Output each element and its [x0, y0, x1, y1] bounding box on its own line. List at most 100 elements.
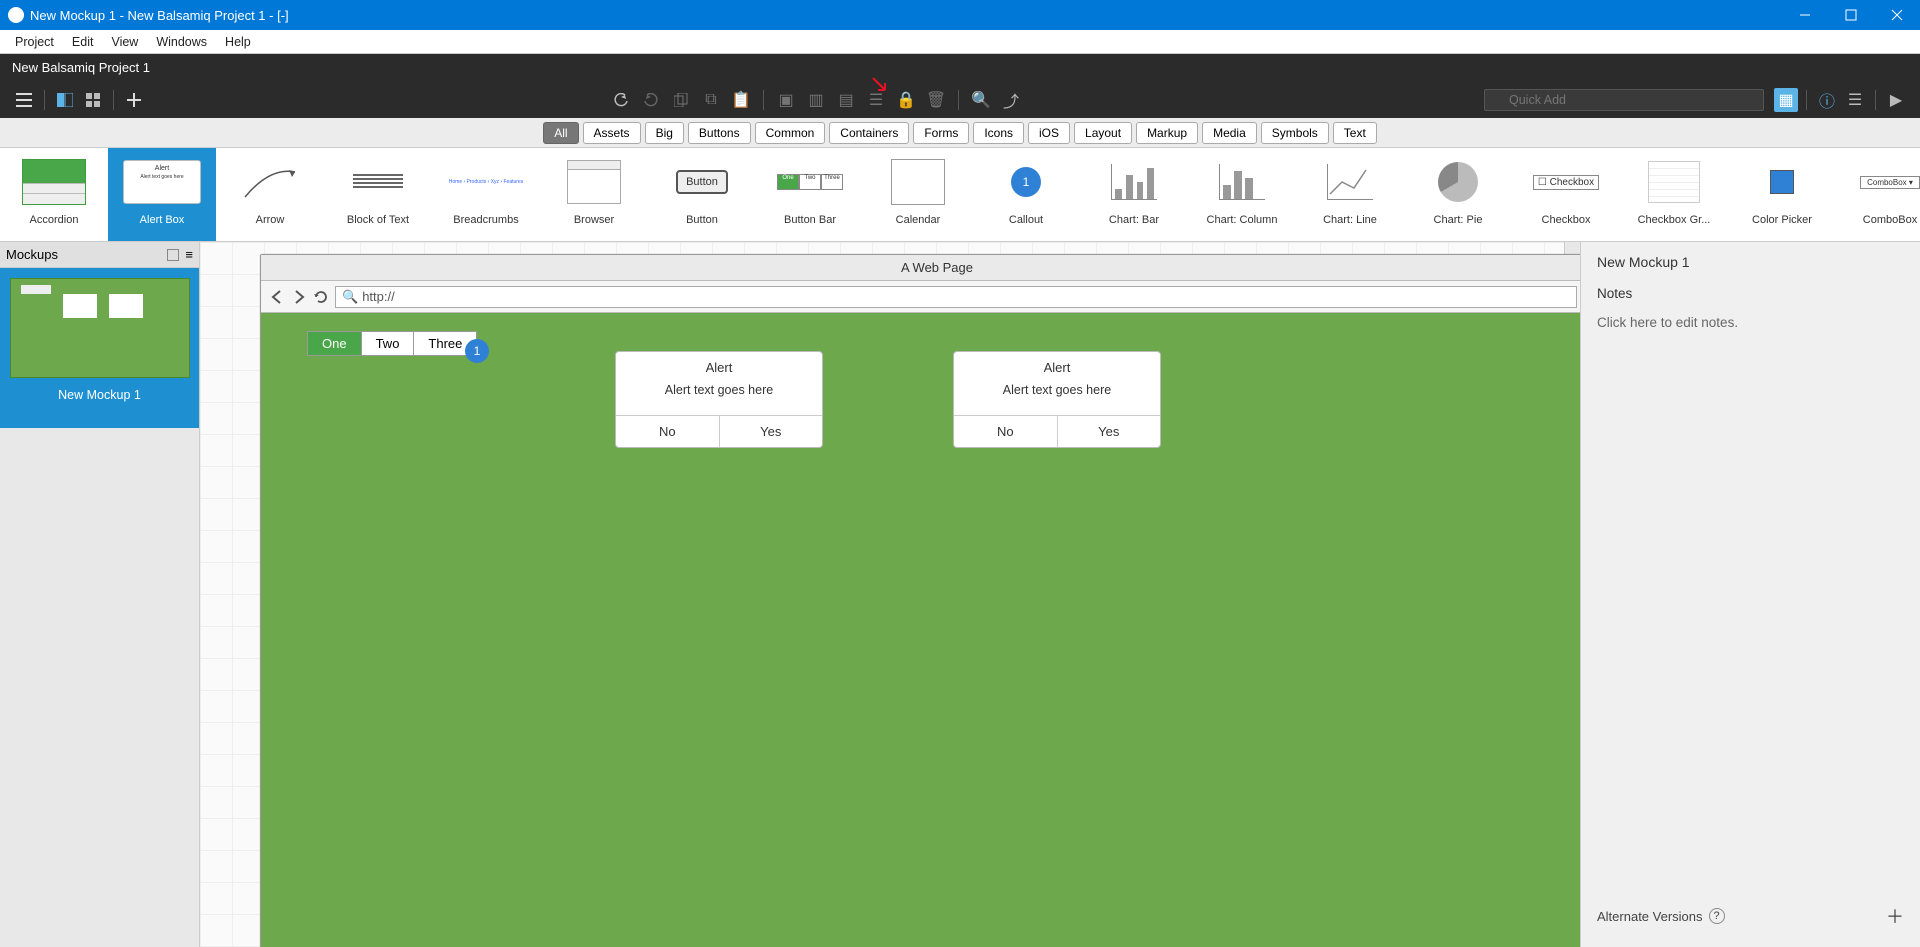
ui-library-item[interactable]: 1Callout: [972, 148, 1080, 241]
ui-library-thumb: AlertAlert text goes here: [108, 154, 216, 210]
paste-icon[interactable]: 📋: [729, 88, 753, 112]
mock-alert-no[interactable]: No: [954, 416, 1058, 447]
category-assets[interactable]: Assets: [583, 122, 641, 144]
redo-icon[interactable]: [639, 88, 663, 112]
ungroup-icon[interactable]: ▥: [804, 88, 828, 112]
notes-label: Notes: [1597, 286, 1904, 301]
delete-icon[interactable]: 🗑: [924, 88, 948, 112]
ui-library-item[interactable]: Browser: [540, 148, 648, 241]
hamburger-icon[interactable]: [12, 88, 36, 112]
ui-library-label: Chart: Bar: [1080, 214, 1188, 226]
mockup-thumbnail-selected[interactable]: New Mockup 1: [0, 268, 199, 428]
menu-project[interactable]: Project: [6, 30, 63, 54]
ui-library-thumb: Home › Products › Xyz › Features: [432, 154, 540, 210]
mock-buttonbar[interactable]: One Two Three: [307, 331, 477, 356]
category-markup[interactable]: Markup: [1136, 122, 1198, 144]
category-big[interactable]: Big: [645, 122, 684, 144]
ui-library-item[interactable]: Accordion: [0, 148, 108, 241]
ui-library-item[interactable]: Chart: Pie: [1404, 148, 1512, 241]
ui-library-thumb: ☐ Checkbox: [1512, 154, 1620, 210]
mock-browser-body: One Two Three 1 Alert Alert text goes he…: [261, 313, 1580, 947]
ui-library-item[interactable]: AlertAlert text goes hereAlert Box: [108, 148, 216, 241]
view-thumbnails-icon[interactable]: [53, 88, 77, 112]
add-mockup-icon[interactable]: [122, 88, 146, 112]
ui-library-label: Browser: [540, 214, 648, 226]
properties-panel: New Mockup 1 Notes Click here to edit no…: [1580, 242, 1920, 947]
ui-library-item[interactable]: Arrow: [216, 148, 324, 241]
canvas-area[interactable]: A Web Page 🔍 http:// One Two Three 1: [200, 242, 1580, 947]
ui-library-item[interactable]: Chart: Column: [1188, 148, 1296, 241]
ui-library-label: Arrow: [216, 214, 324, 226]
ui-library-item[interactable]: ButtonButton: [648, 148, 756, 241]
mock-forward-icon[interactable]: [291, 290, 307, 304]
quick-add-input[interactable]: [1484, 89, 1764, 111]
mock-btnbar-one[interactable]: One: [308, 332, 362, 355]
mock-alertbox-1[interactable]: Alert Alert text goes here No Yes: [615, 351, 823, 448]
panel-view-icon[interactable]: [167, 249, 179, 261]
mock-browser-window[interactable]: A Web Page 🔍 http:// One Two Three 1: [260, 254, 1580, 947]
category-layout[interactable]: Layout: [1074, 122, 1132, 144]
ui-library-item[interactable]: ☐ CheckboxCheckbox: [1512, 148, 1620, 241]
ui-library-item[interactable]: ComboBox ▾ComboBox: [1836, 148, 1920, 241]
ui-library-item[interactable]: Calendar: [864, 148, 972, 241]
category-buttons[interactable]: Buttons: [688, 122, 751, 144]
duplicate-icon[interactable]: [669, 88, 693, 112]
mock-btnbar-two[interactable]: Two: [362, 332, 415, 355]
undo-icon[interactable]: [609, 88, 633, 112]
add-version-icon[interactable]: ＋: [1886, 903, 1904, 929]
category-symbols[interactable]: Symbols: [1261, 122, 1329, 144]
copy-icon[interactable]: ⧉: [699, 88, 723, 112]
properties-panel-icon[interactable]: ☰: [1843, 88, 1867, 112]
ui-library-item[interactable]: Color Picker: [1728, 148, 1836, 241]
mock-alert-yes[interactable]: Yes: [720, 416, 823, 447]
menu-windows[interactable]: Windows: [147, 30, 216, 54]
info-icon[interactable]: ⓘ: [1815, 88, 1839, 112]
send-back-icon[interactable]: ☰: [864, 88, 888, 112]
mock-back-icon[interactable]: [269, 290, 285, 304]
category-media[interactable]: Media: [1202, 122, 1257, 144]
mock-alert-no[interactable]: No: [616, 416, 720, 447]
category-all[interactable]: All: [543, 122, 578, 144]
ui-library-item[interactable]: Home › Products › Xyz › FeaturesBreadcru…: [432, 148, 540, 241]
view-grid-icon[interactable]: [81, 88, 105, 112]
project-tab[interactable]: New Balsamiq Project 1: [0, 54, 162, 82]
mock-alertbox-2[interactable]: Alert Alert text goes here No Yes: [953, 351, 1161, 448]
present-icon[interactable]: ▶: [1884, 88, 1908, 112]
ui-library-thumb: [864, 154, 972, 210]
mock-url-field[interactable]: 🔍 http://: [335, 286, 1577, 308]
window-minimize-button[interactable]: [1782, 0, 1828, 30]
menu-edit[interactable]: Edit: [63, 30, 103, 54]
notes-editor[interactable]: Click here to edit notes.: [1597, 315, 1904, 330]
ui-library-item[interactable]: Chart: Line: [1296, 148, 1404, 241]
toggle-ui-library-icon[interactable]: ▦: [1774, 88, 1798, 112]
ui-library-label: Color Picker: [1728, 214, 1836, 226]
mock-alert-yes[interactable]: Yes: [1058, 416, 1161, 447]
ui-library-thumb: [1728, 154, 1836, 210]
ui-library-thumb: 1: [972, 154, 1080, 210]
category-ios[interactable]: iOS: [1028, 122, 1070, 144]
mock-callout[interactable]: 1: [465, 339, 489, 363]
export-icon[interactable]: ⤴: [999, 88, 1023, 112]
mock-reload-icon[interactable]: [313, 290, 329, 304]
ui-library-item[interactable]: Block of Text: [324, 148, 432, 241]
category-forms[interactable]: Forms: [913, 122, 969, 144]
zoom-icon[interactable]: 🔍: [969, 88, 993, 112]
menu-view[interactable]: View: [102, 30, 147, 54]
bring-front-icon[interactable]: ▤: [834, 88, 858, 112]
ui-library-thumb: [540, 154, 648, 210]
help-icon[interactable]: ?: [1709, 908, 1725, 924]
panel-menu-icon[interactable]: ≡: [185, 247, 193, 262]
menu-help[interactable]: Help: [216, 30, 260, 54]
category-common[interactable]: Common: [755, 122, 826, 144]
ui-library-label: Calendar: [864, 214, 972, 226]
window-close-button[interactable]: [1874, 0, 1920, 30]
ui-library-item[interactable]: OneTwoThreeButton Bar: [756, 148, 864, 241]
ui-library-item[interactable]: Chart: Bar: [1080, 148, 1188, 241]
window-maximize-button[interactable]: [1828, 0, 1874, 30]
ui-library-item[interactable]: Checkbox Gr...: [1620, 148, 1728, 241]
category-icons[interactable]: Icons: [973, 122, 1024, 144]
category-containers[interactable]: Containers: [829, 122, 909, 144]
lock-icon[interactable]: 🔒: [894, 88, 918, 112]
group-icon[interactable]: ▣: [774, 88, 798, 112]
category-text[interactable]: Text: [1333, 122, 1377, 144]
